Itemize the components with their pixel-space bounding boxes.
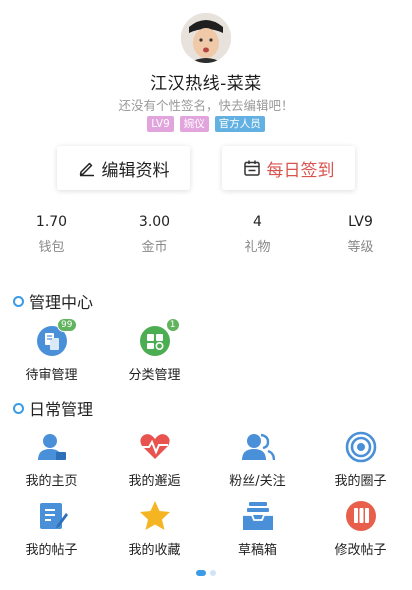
grid-label: 我的帖子	[25, 543, 78, 558]
my-homepage-item[interactable]: 我的主页	[0, 430, 103, 489]
grid-label: 待审管理	[25, 368, 78, 383]
page-dot-active	[196, 570, 206, 576]
signature[interactable]: 还没有个性签名，快去编辑吧！	[0, 95, 412, 114]
calendar-icon	[243, 159, 261, 177]
stat-value: 4	[253, 214, 262, 230]
post-edit-icon	[35, 499, 69, 533]
pencil-icon	[78, 159, 96, 177]
star-icon	[138, 499, 172, 533]
pending-review-item[interactable]: 99 待审管理	[0, 318, 103, 383]
stat-label: 钱包	[38, 240, 65, 255]
level-badge: LV9	[147, 116, 174, 132]
section-dot-icon	[13, 295, 24, 307]
grid-label: 我的收藏	[128, 543, 181, 558]
stat-label: 金币	[141, 240, 168, 255]
grid-label: 草稿箱	[237, 543, 277, 558]
grid-label: 我的邂逅	[128, 474, 181, 489]
my-circle-item[interactable]: 我的圈子	[309, 430, 412, 489]
my-favorites-item[interactable]: 我的收藏	[103, 499, 206, 558]
circle-target-icon	[344, 430, 378, 464]
grid-label: 我的主页	[25, 474, 78, 489]
fans-follow-item[interactable]: 粉丝/关注	[206, 430, 309, 489]
stat-label: 等级	[347, 240, 374, 255]
page-dot	[210, 570, 216, 576]
title-badge: 婉仪	[179, 116, 209, 132]
avatar-image	[181, 13, 231, 63]
stat-wallet[interactable]: 1.70 钱包	[0, 214, 103, 255]
daily-checkin-button[interactable]: 每日签到	[222, 146, 355, 190]
modify-post-item[interactable]: 修改帖子	[309, 499, 412, 558]
fans-icon	[241, 430, 275, 464]
stat-value: LV9	[348, 214, 373, 230]
section-title-text: 日常管理	[29, 400, 94, 419]
category-count-badge: 1	[165, 318, 180, 332]
username: 江汉热线-菜菜	[150, 74, 262, 94]
drafts-item[interactable]: 草稿箱	[206, 499, 309, 558]
daily-checkin-label: 每日签到	[266, 160, 335, 181]
stats-row: 1.70 钱包 3.00 金币 4 礼物 LV9 等级	[0, 214, 412, 255]
admin-section-title: 管理中心	[13, 289, 93, 313]
grid-label: 我的圈子	[334, 474, 387, 489]
grid-label: 修改帖子	[334, 543, 387, 558]
category-manage-item[interactable]: 1 分类管理	[103, 318, 206, 383]
stat-level[interactable]: LV9 等级	[309, 214, 412, 255]
page-indicator[interactable]	[0, 570, 412, 576]
section-title-text: 管理中心	[29, 293, 94, 312]
modify-post-icon	[344, 499, 378, 533]
stat-value: 3.00	[138, 214, 171, 230]
stat-coins[interactable]: 3.00 金币	[103, 214, 206, 255]
pending-review-icon: 99	[35, 318, 77, 358]
section-dot-icon	[13, 402, 24, 414]
grid-label: 分类管理	[128, 368, 181, 383]
grid-label: 粉丝/关注	[229, 474, 286, 489]
edit-profile-button[interactable]: 编辑资料	[57, 146, 190, 190]
official-badge: 官方人员	[214, 116, 265, 132]
draft-tray-icon	[241, 499, 275, 533]
daily-section-title: 日常管理	[13, 396, 93, 420]
my-posts-item[interactable]: 我的帖子	[0, 499, 103, 558]
avatar[interactable]	[181, 13, 231, 63]
stat-value: 1.70	[35, 214, 68, 230]
pending-count-badge: 99	[57, 318, 77, 332]
stat-label: 礼物	[244, 240, 271, 255]
edit-profile-label: 编辑资料	[101, 160, 170, 181]
category-manage-icon: 1	[138, 318, 180, 358]
badge-row: LV9 婉仪 官方人员	[0, 116, 412, 132]
heart-pulse-icon	[138, 430, 172, 464]
user-home-icon	[35, 430, 69, 464]
my-encounters-item[interactable]: 我的邂逅	[103, 430, 206, 489]
stat-gifts[interactable]: 4 礼物	[206, 214, 309, 255]
